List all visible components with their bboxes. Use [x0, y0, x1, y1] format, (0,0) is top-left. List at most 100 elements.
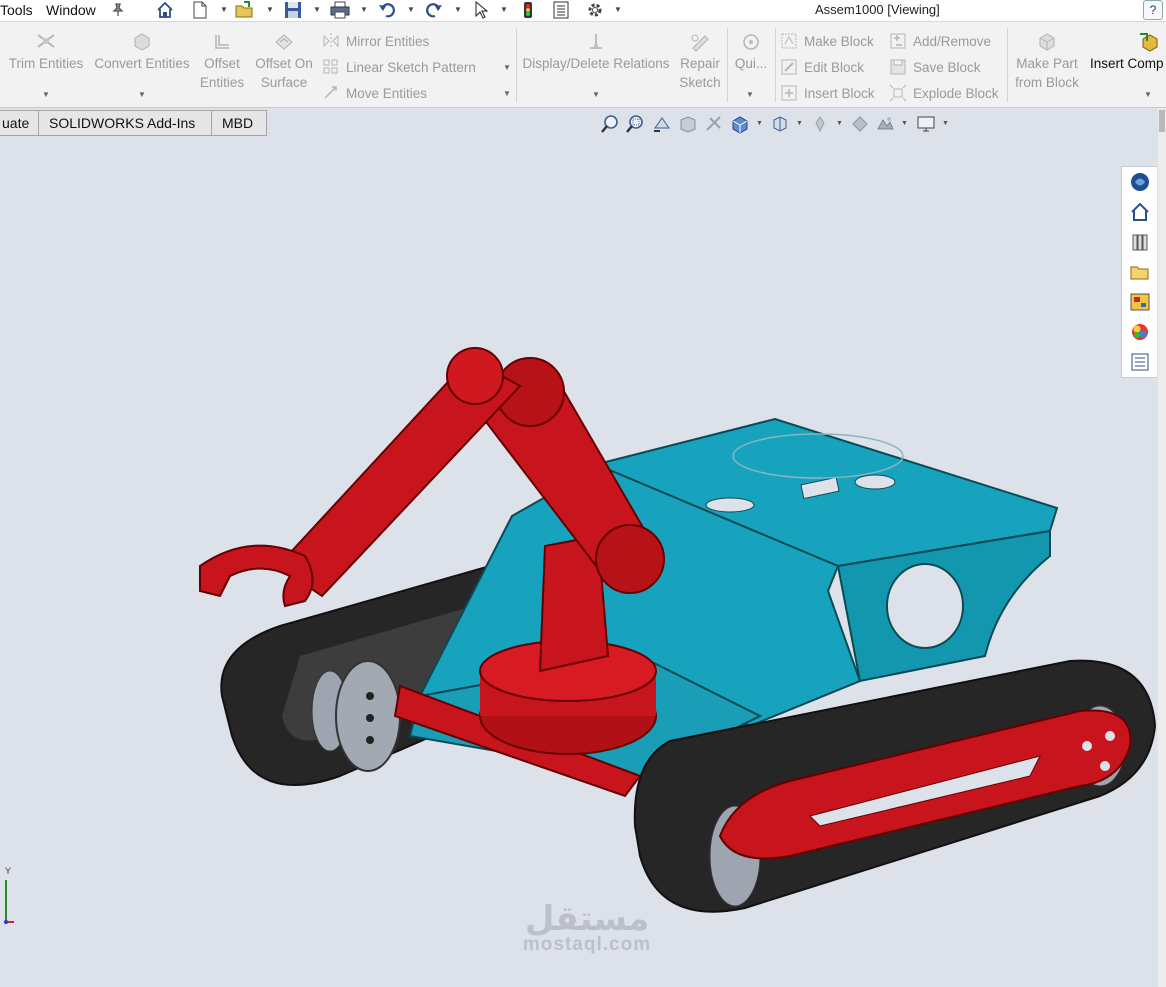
convert-entities-button[interactable]: Convert Entities: [90, 32, 194, 73]
vertical-scrollbar[interactable]: [1158, 108, 1166, 987]
insert-components-button[interactable]: Insert Comp: [1088, 32, 1166, 73]
redo-icon[interactable]: [424, 0, 444, 20]
menu-window[interactable]: Window: [46, 2, 96, 18]
chevron-down-icon[interactable]: ▼: [500, 5, 508, 14]
chevron-down-icon[interactable]: ▼: [454, 5, 462, 14]
offset-entities-icon: [215, 35, 229, 49]
rebuild-icon[interactable]: [518, 0, 538, 20]
home-icon[interactable]: [1129, 201, 1151, 223]
tab-solidworks-add-ins[interactable]: SOLIDWORKS Add-Ins: [38, 110, 212, 136]
make-part-label-2: from Block: [1015, 75, 1079, 90]
explode-block-button[interactable]: Explode Block: [889, 82, 999, 104]
display-delete-relations-label: Display/Delete Relations: [522, 56, 670, 71]
chevron-down-icon[interactable]: ▼: [746, 90, 754, 99]
repair-sketch-button[interactable]: Repair Sketch: [676, 32, 724, 92]
mirror-entities-button[interactable]: Mirror Entities: [322, 30, 429, 52]
display-style-icon[interactable]: [770, 114, 790, 134]
chevron-down-icon[interactable]: ▼: [1144, 90, 1152, 99]
section-view-icon[interactable]: [678, 114, 698, 134]
chevron-down-icon[interactable]: ▼: [220, 5, 228, 14]
insert-block-button[interactable]: Insert Block: [780, 82, 875, 104]
design-library-icon[interactable]: [1129, 231, 1151, 253]
repair-sketch-label-1: Repair: [680, 56, 720, 71]
chevron-down-icon[interactable]: ▼: [138, 90, 146, 99]
solidworks-resources-icon[interactable]: [1129, 171, 1151, 193]
print-icon[interactable]: [330, 0, 350, 20]
edit-appearance-icon[interactable]: [850, 114, 870, 134]
apply-scene-icon[interactable]: [875, 114, 895, 134]
group-separator: [516, 28, 517, 102]
view-palette-icon[interactable]: [1129, 291, 1151, 313]
linear-sketch-pattern-label: Linear Sketch Pattern: [346, 59, 476, 75]
add-remove-button[interactable]: Add/Remove: [889, 30, 991, 52]
add-remove-icon: [890, 33, 906, 49]
options-icon[interactable]: [585, 0, 605, 20]
zoom-to-area-icon[interactable]: [625, 114, 645, 134]
zoom-to-fit-icon[interactable]: [600, 114, 620, 134]
chevron-down-icon[interactable]: ▼: [756, 120, 763, 127]
move-entities-label: Move Entities: [346, 85, 428, 101]
edit-block-button[interactable]: Edit Block: [780, 56, 864, 78]
trim-entities-button[interactable]: Trim Entities: [5, 32, 87, 73]
menu-bar: Tools Window ▼ ▼ ▼ ▼ ▼ ▼ ▼ ▼ Assem1000 […: [0, 0, 1166, 22]
hide-show-items-icon[interactable]: [810, 114, 830, 134]
offset-entities-button[interactable]: Offset Entities: [195, 32, 249, 92]
custom-properties-icon[interactable]: [1129, 351, 1151, 373]
previous-view-icon[interactable]: [652, 114, 672, 134]
chevron-down-icon[interactable]: ▼: [836, 120, 843, 127]
chevron-down-icon[interactable]: ▼: [503, 89, 511, 98]
tab-evaluate[interactable]: uate: [0, 110, 39, 136]
file-properties-icon[interactable]: [551, 0, 571, 20]
new-document-icon[interactable]: [190, 0, 210, 20]
chevron-down-icon[interactable]: ▼: [42, 90, 50, 99]
group-separator: [1007, 28, 1008, 102]
task-pane: [1121, 166, 1157, 378]
save-icon[interactable]: [283, 0, 303, 20]
insert-block-icon: [781, 85, 797, 101]
chevron-down-icon[interactable]: ▼: [313, 5, 321, 14]
mirror-entities-label: Mirror Entities: [346, 33, 430, 49]
offset-entities-label-2: Entities: [199, 75, 245, 90]
undo-icon[interactable]: [377, 0, 397, 20]
chevron-down-icon[interactable]: ▼: [796, 120, 803, 127]
save-block-button[interactable]: Save Block: [889, 56, 981, 78]
move-entities-button[interactable]: Move Entities: [322, 82, 427, 104]
make-block-button[interactable]: Make Block: [780, 30, 874, 52]
watermark-arabic: مستقل: [524, 899, 650, 939]
chevron-down-icon[interactable]: ▼: [407, 5, 415, 14]
make-part-from-block-button[interactable]: Make Part from Block: [1011, 32, 1083, 92]
offset-on-surface-button[interactable]: Offset On Surface: [252, 32, 316, 92]
view-settings-icon[interactable]: [916, 114, 936, 134]
linear-sketch-pattern-button[interactable]: Linear Sketch Pattern: [322, 56, 476, 78]
watermark-logo: مستقل mostaql.com: [512, 900, 662, 956]
select-icon[interactable]: [471, 0, 491, 20]
robot-tank-model[interactable]: [0, 136, 1158, 987]
scrollbar-thumb[interactable]: [1159, 110, 1165, 132]
trim-entities-label: Trim Entities: [8, 56, 84, 71]
graphics-area[interactable]: [0, 136, 1158, 987]
chevron-down-icon[interactable]: ▼: [503, 63, 511, 72]
open-icon[interactable]: [235, 0, 255, 20]
help-button[interactable]: ?: [1143, 0, 1163, 20]
chevron-down-icon[interactable]: ▼: [942, 120, 949, 127]
pin-icon[interactable]: [108, 0, 128, 20]
group-separator: [727, 28, 728, 102]
command-manager-ribbon: Trim Entities ▼ Convert Entities ▼ Offse…: [0, 22, 1166, 108]
chevron-down-icon[interactable]: ▼: [266, 5, 274, 14]
menu-tools[interactable]: Tools: [0, 2, 33, 18]
chevron-down-icon[interactable]: ▼: [901, 120, 908, 127]
chevron-down-icon[interactable]: ▼: [592, 90, 600, 99]
quick-snaps-button[interactable]: Qui...: [731, 32, 771, 73]
convert-entities-icon: [134, 33, 150, 51]
display-delete-relations-button[interactable]: Display/Delete Relations: [520, 32, 672, 73]
chevron-down-icon[interactable]: ▼: [360, 5, 368, 14]
dynamic-annotation-icon[interactable]: [704, 114, 724, 134]
file-explorer-icon[interactable]: [1129, 261, 1151, 283]
view-orientation-icon[interactable]: [730, 114, 750, 134]
home-icon[interactable]: [155, 0, 175, 20]
chevron-down-icon[interactable]: ▼: [614, 5, 622, 14]
drive-wheel[interactable]: [335, 660, 401, 772]
quick-snaps-icon: [743, 34, 759, 50]
appearances-icon[interactable]: [1129, 321, 1151, 343]
tab-mbd[interactable]: MBD: [211, 110, 267, 136]
